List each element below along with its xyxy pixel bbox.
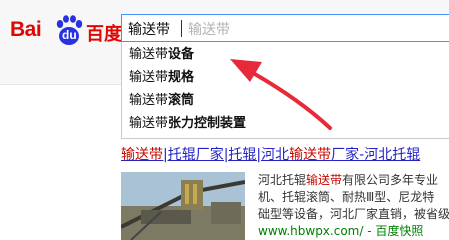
- snippet-text: 有限公司多年专业: [342, 173, 439, 187]
- snippet-keyword: 输送带: [306, 173, 343, 187]
- snippet-text: 河北托辊: [258, 173, 307, 187]
- search-input[interactable]: 输送带 输送带: [121, 14, 449, 42]
- logo-chinese-text: 百度: [86, 24, 122, 45]
- suggestion-completion: 规格: [168, 70, 195, 85]
- result-title-keyword: 输送带: [121, 147, 163, 163]
- result-title-link[interactable]: 输送带|托辊厂家|托辊|河北输送带厂家-河北托辊: [121, 144, 420, 164]
- result-title-text: |托辊厂家|托辊|河北: [163, 147, 290, 163]
- result-title-text: 厂家-河北托辊: [331, 147, 421, 163]
- suggestion-completion: 张力控制装置: [168, 116, 247, 131]
- snippet-line: 河北托辊输送带有限公司多年专业: [258, 172, 449, 189]
- suggestion-completion: 设备: [168, 47, 195, 62]
- result-title-keyword: 输送带: [289, 147, 332, 163]
- suggestion-completion: 滚筒: [168, 93, 195, 108]
- suggestion-prefix: 输送带: [129, 93, 169, 108]
- suggestion-item[interactable]: 输送带滚筒: [122, 90, 449, 111]
- search-input-ghost-text: 输送带: [188, 22, 230, 38]
- suggestion-item[interactable]: 输送带张力控制装置: [122, 113, 449, 134]
- suggestion-prefix: 输送带: [129, 116, 169, 131]
- search-input-value: 输送带: [128, 22, 170, 38]
- result-snippet: 河北托辊输送带有限公司多年专业 机、托辊滚筒、耐热Ⅲ型、尼龙特 础型等设备，河北…: [258, 172, 449, 240]
- suggestion-prefix: 输送带: [129, 47, 169, 62]
- result-url[interactable]: www.hbwpx.com/ - 百度快照: [258, 223, 449, 240]
- snippet-line: 础型等设备，河北厂家直销，被省级: [258, 207, 449, 221]
- snippet-line: 机、托辊滚筒、耐热Ⅲ型、尼龙特: [258, 190, 435, 204]
- result-thumbnail[interactable]: [121, 172, 245, 240]
- suggestion-dropdown: 输送带设备 输送带规格 输送带滚筒 输送带张力控制装置: [121, 42, 449, 139]
- suggestion-prefix: 输送带: [129, 70, 169, 85]
- suggestion-item[interactable]: 输送带设备: [122, 44, 449, 65]
- suggestion-item[interactable]: 输送带规格: [122, 67, 449, 88]
- logo-bai-text: Bai: [10, 18, 42, 41]
- text-caret: [181, 20, 182, 37]
- logo-du-text: du: [62, 28, 77, 42]
- conveyor-photo-icon: [121, 172, 245, 240]
